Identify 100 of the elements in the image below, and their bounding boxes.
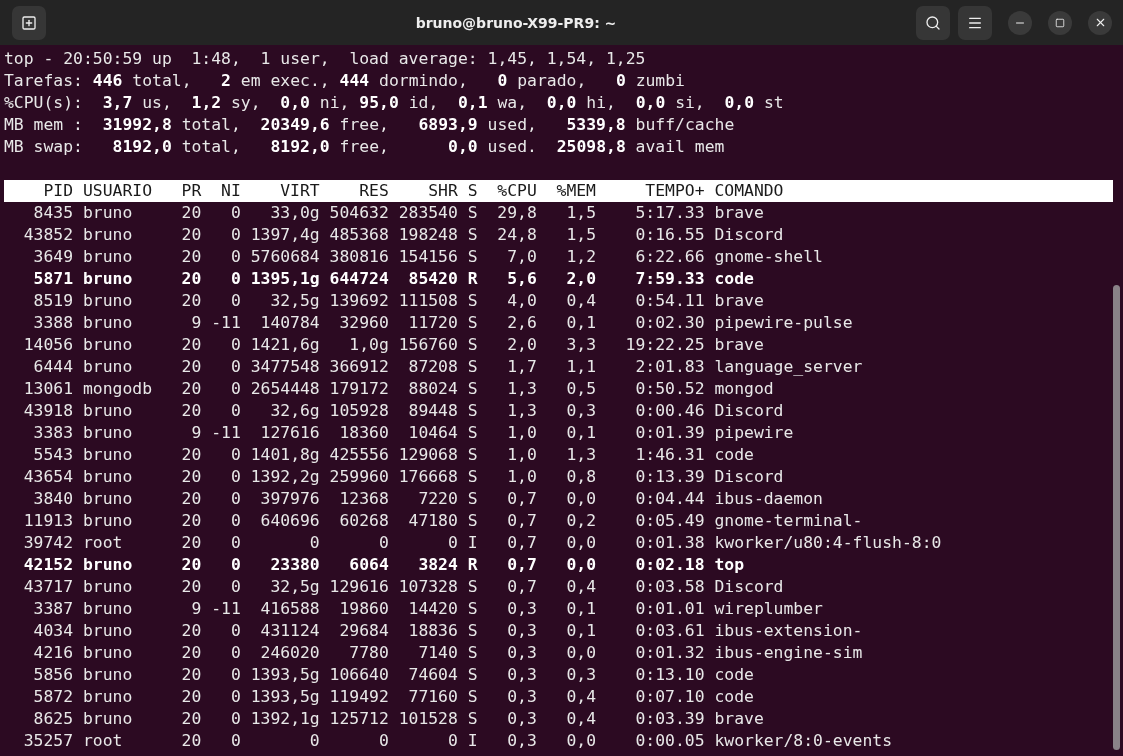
table-cell-text: S: [466, 202, 478, 224]
table-cell-text: 32,6g: [269, 400, 320, 422]
table-cell-text: R: [466, 554, 478, 576]
table-cell-text: 0:01.01: [634, 598, 705, 620]
table-cell-text: S: [466, 598, 478, 620]
table-cell-text: 4,0: [506, 290, 537, 312]
table-cell-text: 1,2: [565, 246, 596, 268]
table-cell-text: 7220: [417, 488, 458, 510]
table-cell-text: code: [713, 268, 755, 290]
table-cell-text: 1401,8g: [249, 444, 320, 466]
table-cell-text: 1393,5g: [249, 686, 320, 708]
table-cell-text: 0: [229, 334, 241, 356]
table-cell-text: 43852: [22, 224, 74, 246]
table-cell-text: 0,3: [506, 664, 537, 686]
table-cell-text: 0: [229, 686, 241, 708]
table-cell-text: -11: [210, 312, 241, 334]
table-cell-text: 1,0: [506, 444, 537, 466]
table-cell-text: 0: [229, 224, 241, 246]
table-cell-text: bruno: [81, 312, 134, 334]
table-cell-text: bruno: [81, 466, 134, 488]
table-cell-text: 5543: [32, 444, 74, 466]
table-cell-text: brave: [713, 708, 765, 730]
table-cell-text: 1,1: [565, 356, 596, 378]
table-cell-text: 1397,4g: [249, 224, 320, 246]
table-cell-text: code: [713, 686, 755, 708]
column-header: VIRT: [279, 180, 320, 202]
scrollbar-thumb[interactable]: [1113, 285, 1120, 750]
table-cell-text: kworker/u80:4-flush-8:0: [713, 532, 943, 554]
table-cell-text: 89448: [407, 400, 458, 422]
column-header: %CPU: [496, 180, 537, 202]
table-cell-text: S: [466, 378, 478, 400]
table-cell-text: 1392,1g: [249, 708, 320, 730]
table-cell-text: 14056: [22, 334, 74, 356]
table-cell-text: 20: [180, 466, 202, 488]
table-cell-text: bruno: [81, 444, 134, 466]
table-cell-text: root: [81, 730, 124, 752]
table-cell-text: 125712: [328, 708, 389, 730]
minimize-button[interactable]: [1008, 10, 1032, 35]
table-cell-text: 0,1: [565, 620, 596, 642]
table-cell-text: 3,3: [565, 334, 596, 356]
table-cell-text: 416588: [259, 598, 320, 620]
column-header: TEMPO+: [644, 180, 705, 202]
table-cell-text: 20: [180, 444, 202, 466]
table-cell-text: 0: [229, 730, 241, 752]
table-cell-text: 0: [229, 246, 241, 268]
table-cell-text: S: [466, 356, 478, 378]
table-cell-text: 39742: [22, 532, 74, 554]
table-cell-text: 0:54.11: [634, 290, 705, 312]
table-cell-text: Discord: [713, 400, 785, 422]
table-cell-text: 1,3: [565, 444, 596, 466]
table-cell-text: 3387: [32, 598, 74, 620]
column-header: PID: [42, 180, 74, 202]
summary-line: %CPU(s): 3,7 us, 1,2 sy, 0,0 ni, 95,0 id, 0,1 wa, 0,0 hi, 0,0 si, 0,0 st: [4, 92, 785, 114]
table-cell-text: 0:01.39: [634, 422, 705, 444]
plus-square-icon: [21, 14, 37, 31]
table-cell-text: 20: [180, 532, 202, 554]
table-cell-text: 105928: [328, 400, 389, 422]
table-cell-text: 20: [180, 268, 202, 290]
table-cell-text: 0: [229, 356, 241, 378]
table-cell-text: S: [466, 488, 478, 510]
table-cell-text: 425556: [328, 444, 389, 466]
table-cell-text: 0: [308, 532, 320, 554]
table-cell-text: 129616: [328, 576, 389, 598]
table-cell-text: 20: [180, 400, 202, 422]
table-cell-text: 60268: [338, 510, 389, 532]
table-cell-text: 77160: [407, 686, 458, 708]
table-cell-text: S: [466, 400, 478, 422]
table-cell-text: 246020: [259, 642, 320, 664]
search-button[interactable]: [916, 5, 950, 40]
table-cell-text: 1393,5g: [249, 664, 320, 686]
table-cell-text: 127616: [259, 422, 320, 444]
table-cell-text: 0: [308, 730, 320, 752]
table-cell-text: 0,3: [506, 686, 537, 708]
menu-button[interactable]: [958, 5, 992, 40]
table-cell-text: 87208: [407, 356, 458, 378]
table-cell-text: 9: [190, 422, 202, 444]
table-cell-text: 5,6: [506, 268, 537, 290]
table-cell-text: 6064: [348, 554, 389, 576]
table-cell-text: 283540: [397, 202, 458, 224]
table-cell-text: 106640: [328, 664, 389, 686]
table-cell-text: S: [466, 444, 478, 466]
table-cell-text: 3840: [32, 488, 74, 510]
table-cell-text: 0:50.52: [634, 378, 705, 400]
table-cell-text: 0: [229, 642, 241, 664]
table-cell-text: -11: [210, 422, 241, 444]
window-title: bruno@bruno-X99-PR9: ~: [414, 14, 618, 31]
table-cell-text: 0,4: [565, 290, 596, 312]
table-cell-text: 0: [229, 400, 241, 422]
table-cell-text: 9: [190, 598, 202, 620]
table-cell-text: I: [466, 730, 478, 752]
table-cell-text: 20: [180, 378, 202, 400]
table-cell-text: S: [466, 620, 478, 642]
table-cell-text: 0: [447, 730, 458, 752]
close-button[interactable]: [1088, 10, 1112, 35]
new-tab-button[interactable]: [12, 5, 46, 40]
table-cell-text: 2,6: [506, 312, 537, 334]
table-cell-text: 1:46.31: [634, 444, 705, 466]
summary-line: MB mem : 31992,8 total, 20349,6 free, 6893,9 used, 5339,8 buff/cache: [4, 114, 736, 136]
table-cell-text: gnome-terminal-: [713, 510, 864, 532]
maximize-button[interactable]: [1048, 10, 1072, 35]
